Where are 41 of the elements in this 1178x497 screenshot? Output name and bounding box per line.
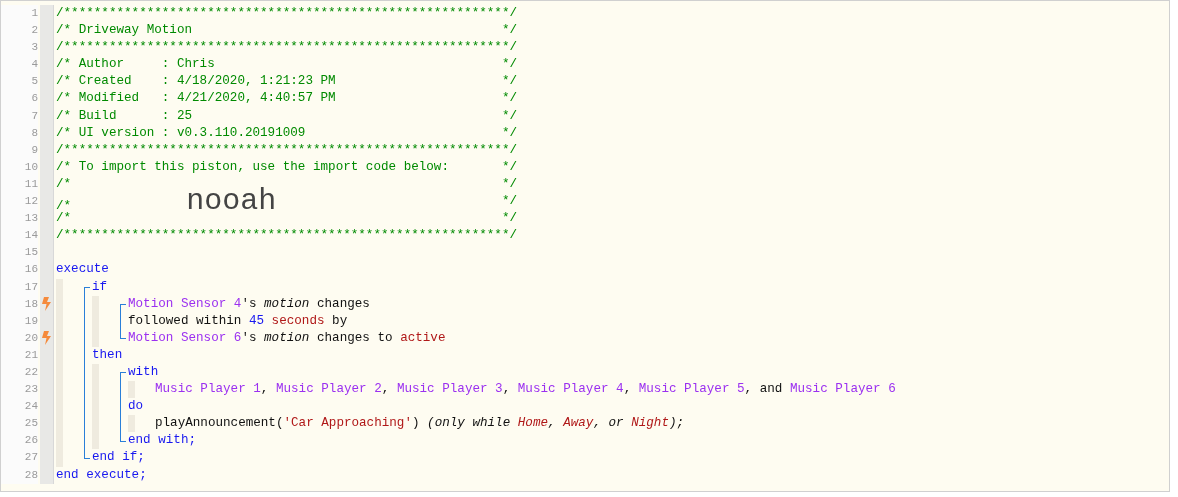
code-line: followed within 45 seconds by — [128, 312, 348, 330]
code-line: /* To import this piston, use the import code below: */ — [56, 158, 517, 176]
code-line: /* Build : 25 */ — [56, 107, 517, 125]
line-number: 16 — [1, 261, 38, 279]
line-number: 12 — [1, 193, 38, 211]
code-line: then — [92, 346, 123, 364]
code-line: /* Author : Chris */ — [56, 56, 517, 74]
line-number: 4 — [1, 56, 38, 74]
line-number: 15 — [1, 244, 38, 262]
code-line: end if; — [92, 449, 145, 467]
line-number: 27 — [1, 449, 38, 467]
code-line: end with; — [128, 432, 197, 450]
code-line: end execute; — [56, 466, 147, 484]
code-line: Motion Sensor 4's motion changes — [128, 295, 370, 313]
line-number: 3 — [1, 39, 38, 57]
code-line: /***********************************************************/ — [56, 141, 517, 159]
line-number: 6 — [1, 90, 38, 108]
code-line: do — [128, 398, 144, 416]
code-line: /* Driveway Motion */ — [56, 22, 517, 40]
code-line: /* Created : 4/18/2020, 1:21:23 PM */ — [56, 73, 517, 91]
line-number: 24 — [1, 398, 38, 416]
code-line: /***********************************************************/ — [56, 39, 517, 57]
code-line: execute — [56, 261, 109, 279]
line-number: 14 — [1, 227, 38, 245]
line-number: 13 — [1, 210, 38, 228]
code-line: Music Player 1, Music Player 2, Music Player 3, Music Player 4, Music Player 5, and Music Player 6 — [155, 381, 896, 399]
gutter-strip — [40, 5, 54, 23]
code-line: if — [92, 278, 108, 296]
line-number: 2 — [1, 22, 38, 40]
code-line: /***********************************************************/ — [56, 227, 517, 245]
line-number: 1 — [1, 5, 38, 23]
code-line: /***********************************************************/ — [56, 5, 517, 22]
code-line: playAnnouncement('Car Approaching') (only while Home, Away, or Night); — [155, 415, 685, 433]
line-number: 5 — [1, 73, 38, 91]
code-line: with — [128, 363, 159, 381]
line-number: 23 — [1, 381, 38, 399]
code-line: Motion Sensor 6's motion changes to active — [128, 329, 446, 347]
code-line: /* Modified : 4/21/2020, 4:40:57 PM */ — [56, 90, 517, 108]
line-number: 26 — [1, 432, 38, 450]
code-line: /* UI version : v0.3.110.20191009 */ — [56, 124, 517, 142]
line-number: 25 — [1, 415, 38, 433]
